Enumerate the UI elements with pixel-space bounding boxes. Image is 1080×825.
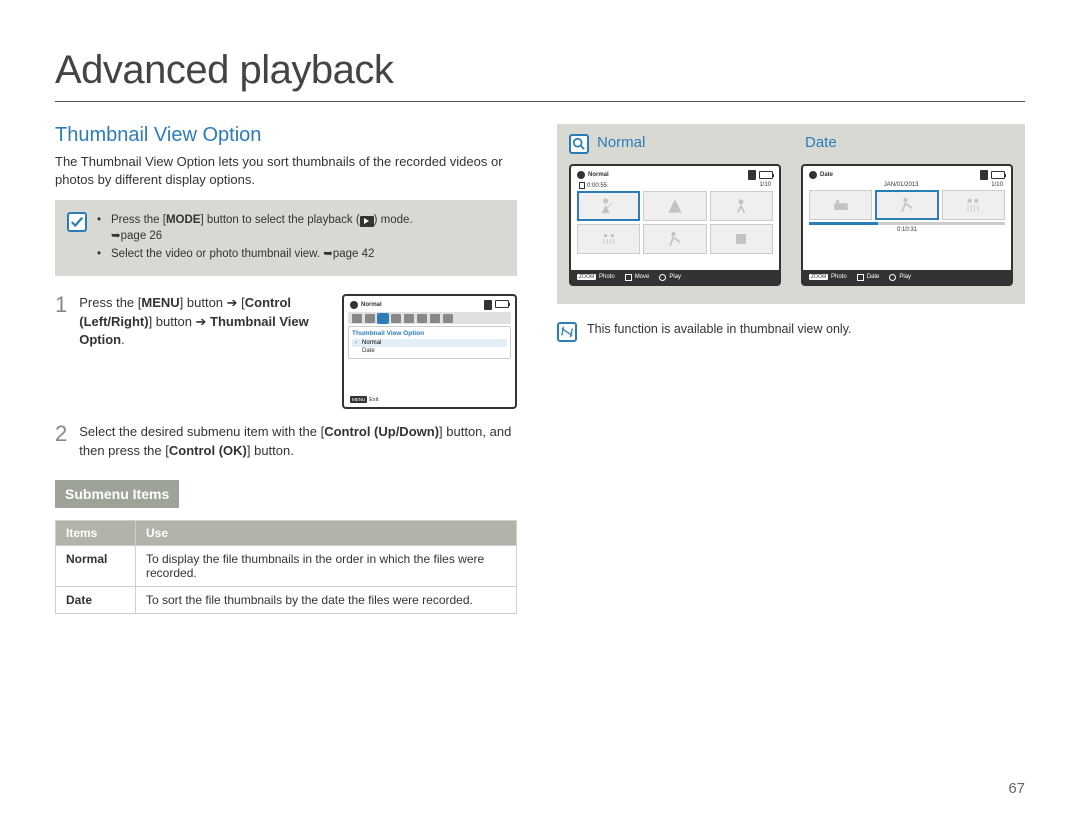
dpad-icon bbox=[625, 274, 632, 281]
sd-icon bbox=[484, 300, 492, 310]
section-heading: Thumbnail View Option bbox=[55, 124, 517, 147]
menu-exit-hint: MENU Exit bbox=[350, 396, 378, 403]
table-row: Normal To display the file thumbnails in… bbox=[56, 545, 517, 586]
step-2-text: Select the desired submenu item with the… bbox=[79, 423, 517, 459]
note-text: This function is available in thumbnail … bbox=[587, 322, 851, 336]
lcd-normal: Normal 0:00:55 1/10 bbox=[569, 164, 781, 286]
table-row: Date To sort the file thumbnails by the … bbox=[56, 586, 517, 613]
th-items: Items bbox=[56, 520, 136, 545]
zoom-button-icon: ZOOM bbox=[577, 274, 596, 280]
submenu-table: Items Use Normal To display the file thu… bbox=[55, 520, 517, 614]
precondition-callout: Press the [MODE] button to select the pl… bbox=[55, 200, 517, 276]
magnifier-icon bbox=[569, 134, 589, 154]
menu-item-date: Date bbox=[352, 347, 507, 355]
preview-label-date: Date bbox=[805, 134, 1005, 151]
callout-line-2: Select the video or photo thumbnail view… bbox=[97, 246, 413, 262]
preview-label-normal: Normal bbox=[597, 134, 797, 151]
battery-icon bbox=[759, 171, 773, 179]
thumbnail bbox=[643, 191, 706, 221]
rec-mode-icon bbox=[350, 301, 358, 309]
thumbnail bbox=[809, 190, 872, 220]
lcd-count: 1/10 bbox=[991, 182, 1003, 188]
cell-date-label: Date bbox=[56, 586, 136, 613]
sd-icon bbox=[748, 170, 756, 180]
lcd-time: 0:00:55 bbox=[587, 183, 607, 189]
ok-icon bbox=[659, 274, 666, 281]
cell-date-desc: To sort the file thumbnails by the date … bbox=[136, 586, 517, 613]
timeline-time: 0:10:31 bbox=[809, 227, 1005, 233]
sd-icon bbox=[980, 170, 988, 180]
check-icon bbox=[67, 212, 87, 232]
thumbnail bbox=[710, 224, 773, 254]
thumbnail bbox=[577, 224, 640, 254]
menu-item-normal: Normal bbox=[352, 339, 507, 347]
lcd-date: Date JAN/01/2013 1/10 bbox=[801, 164, 1013, 286]
thumbnail bbox=[643, 224, 706, 254]
menu-tab-strip bbox=[348, 312, 511, 324]
step-1-number: 1 bbox=[55, 294, 67, 409]
thumbnail bbox=[577, 191, 640, 221]
step-1: 1 Press the [MENU] button ➔ [Control (Le… bbox=[55, 294, 517, 409]
th-use: Use bbox=[136, 520, 517, 545]
callout-line-1: Press the [MODE] button to select the pl… bbox=[97, 212, 413, 244]
step-2: 2 Select the desired submenu item with t… bbox=[55, 423, 517, 459]
zoom-button-icon: ZOOM bbox=[809, 274, 828, 280]
submenu-heading: Submenu Items bbox=[55, 480, 179, 508]
page-title: Advanced playback bbox=[55, 48, 1025, 102]
dpad-icon bbox=[857, 274, 864, 281]
note-icon bbox=[557, 322, 577, 342]
page-number: 67 bbox=[1008, 780, 1025, 797]
playback-icon bbox=[360, 216, 374, 227]
menu-panel-title: Thumbnail View Option bbox=[352, 330, 507, 337]
timeline-bar bbox=[809, 222, 1005, 225]
thumbnail bbox=[710, 191, 773, 221]
battery-icon bbox=[991, 171, 1005, 179]
intro-paragraph: The Thumbnail View Option lets you sort … bbox=[55, 153, 517, 188]
menu-screenshot: Normal Thumbnail View Option bbox=[342, 294, 517, 409]
rec-mode-icon bbox=[809, 171, 817, 179]
rec-mode-icon bbox=[577, 171, 585, 179]
step-2-number: 2 bbox=[55, 423, 67, 459]
preview-panel: Normal Date Normal 0:00:55 1/10 bbox=[557, 124, 1025, 304]
cell-normal-label: Normal bbox=[56, 545, 136, 586]
lcd-count: 1/10 bbox=[759, 182, 771, 189]
cell-normal-desc: To display the file thumbnails in the or… bbox=[136, 545, 517, 586]
thumbnail bbox=[875, 190, 938, 220]
lcd-date-label: JAN/01/2013 bbox=[884, 182, 919, 188]
ok-icon bbox=[889, 274, 896, 281]
note-row: This function is available in thumbnail … bbox=[557, 322, 1025, 342]
battery-icon bbox=[495, 300, 509, 308]
clip-icon bbox=[579, 182, 585, 189]
thumbnail bbox=[942, 190, 1005, 220]
step-1-text: Press the [MENU] button ➔ [Control (Left… bbox=[79, 294, 330, 409]
